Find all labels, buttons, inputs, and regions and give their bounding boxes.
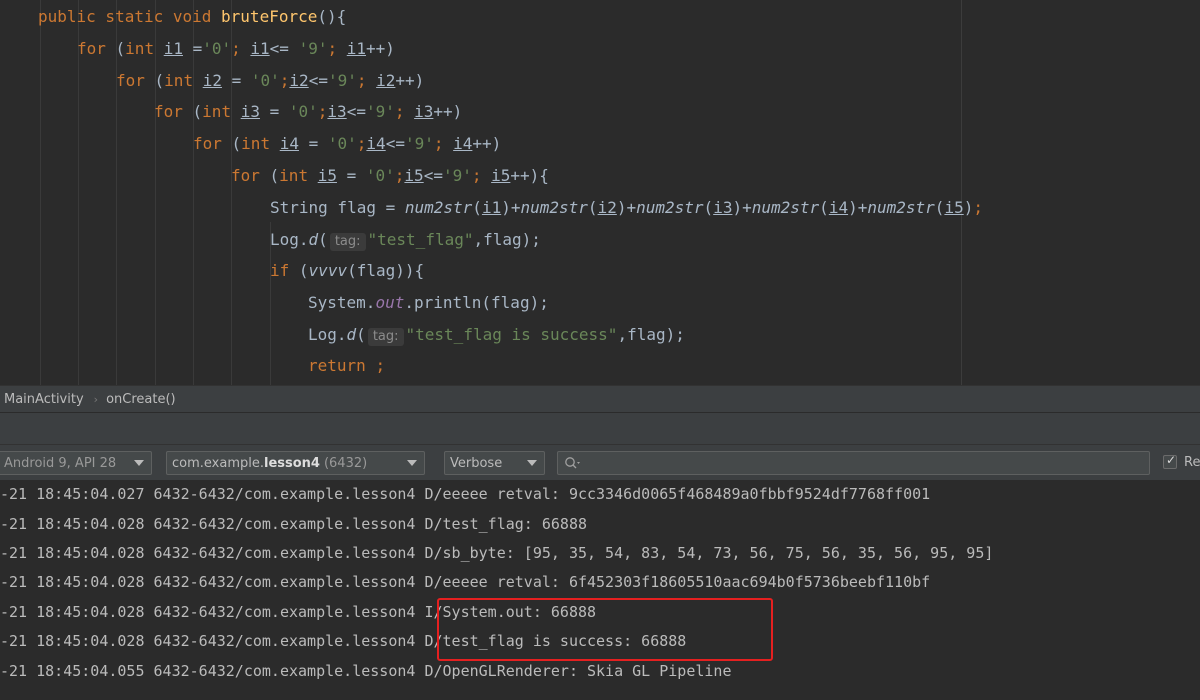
breadcrumb-class[interactable]: MainActivity [4,392,84,407]
log-level-label: Verbose [450,455,503,471]
breadcrumb-method[interactable]: onCreate() [106,392,176,407]
logcat-filter-bar: Android 9, API 28 com.example. lesson4 (64… [0,444,1200,481]
log-line: -21 18:45:04.028 6432-6432/com.example.l… [0,515,587,533]
code-line-println: System.out.println(flag); [308,293,549,312]
regex-checkbox[interactable]: ✓ [1163,453,1177,469]
parameter-hint: tag: [329,233,366,251]
search-icon[interactable] [564,456,582,470]
code-line-loop1: for (int i1 ='0'; i1<= '9'; i1++) [77,39,395,58]
code-line-method-signature: public static void bruteForce(){ [38,7,347,26]
process-prefix: com.example. [172,455,264,471]
device-label: Android 9, API 28 [4,455,117,471]
chevron-right-icon: › [93,393,99,406]
chevron-down-icon [134,460,144,466]
code-line-logd-success: Log.d(tag: "test_flag is success",flag); [308,325,685,346]
code-line-loop2: for (int i2 = '0';i2<='9'; i2++) [116,71,425,90]
code-line-loop5: for (int i5 = '0';i5<='9'; i5++){ [231,166,549,185]
highlight-annotation-box [437,598,773,661]
chevron-down-icon [527,460,537,466]
log-line: -21 18:45:04.028 6432-6432/com.example.l… [0,544,994,562]
log-line: -21 18:45:04.027 6432-6432/com.example.l… [0,485,931,503]
tool-window-header [0,412,1200,445]
device-selector[interactable]: Android 9, API 28 [0,451,152,475]
code-line-loop3: for (int i3 = '0';i3<='9'; i3++) [154,102,463,121]
log-level-selector[interactable]: Verbose [444,451,545,475]
right-margin-guide [961,0,962,385]
logcat-output[interactable]: -21 18:45:04.027 6432-6432/com.example.l… [0,480,1200,700]
chevron-down-icon [407,460,417,466]
check-icon: ✓ [1166,453,1177,467]
log-line: -21 18:45:04.055 6432-6432/com.example.l… [0,662,732,680]
log-line: -21 18:45:04.028 6432-6432/com.example.l… [0,573,931,591]
regex-label: Re [1184,455,1200,470]
code-line-return: return ; [308,356,386,375]
process-selector[interactable]: com.example. lesson4 (6432) [166,451,425,475]
process-name: lesson4 [263,455,320,471]
log-search-input[interactable] [557,451,1150,475]
code-editor[interactable]: public static void bruteForce(){ for (in… [0,0,1200,385]
code-line-if: if (vvvv(flag)){ [270,261,425,280]
parameter-hint: tag: [367,328,404,346]
code-line-logd-test-flag: Log.d(tag: "test_flag",flag); [270,230,541,251]
process-pid: (6432) [323,455,368,471]
code-line-loop4: for (int i4 = '0';i4<='9'; i4++) [193,134,502,153]
indent-guide [40,0,41,385]
code-line-flag-assignment: String flag = num2str(i1)+num2str(i2)+nu… [270,198,983,217]
breadcrumb: MainActivity › onCreate() [0,385,1200,413]
